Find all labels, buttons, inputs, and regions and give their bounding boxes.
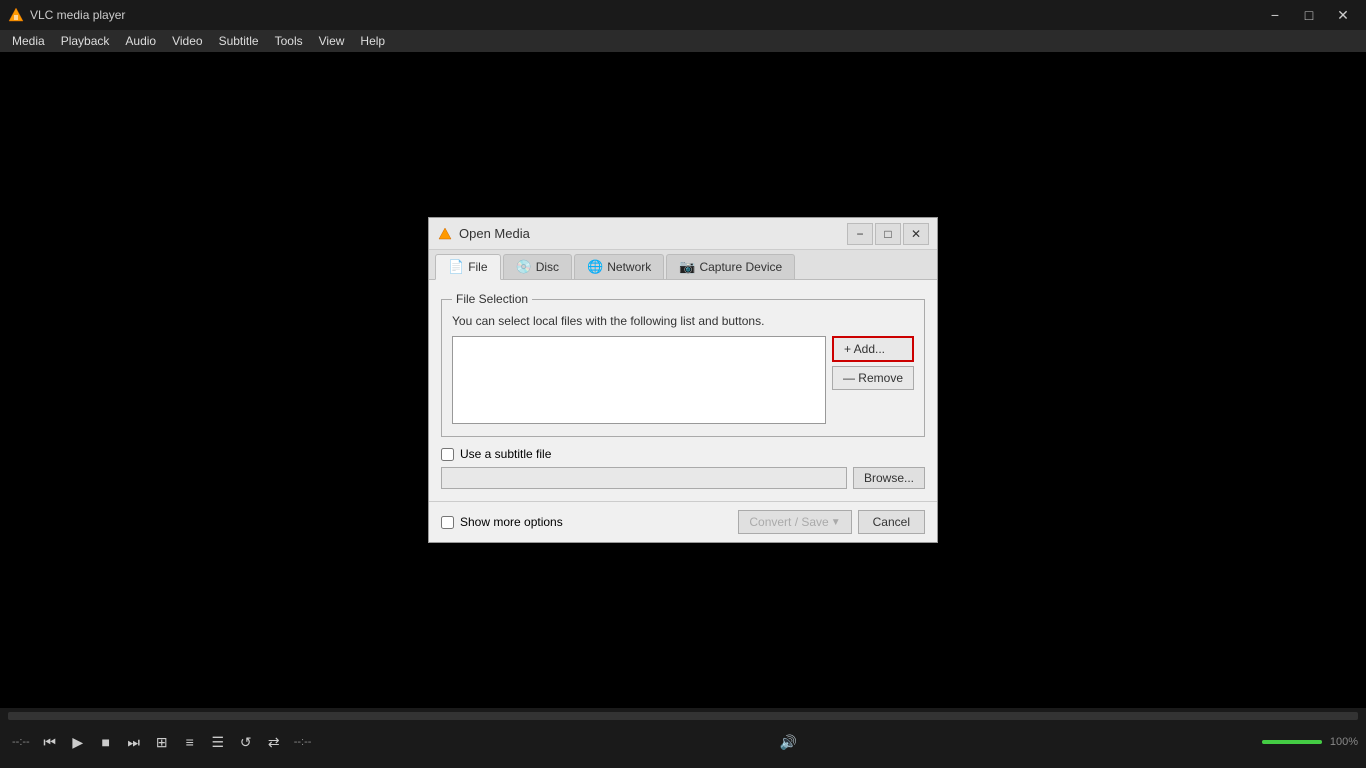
play-button[interactable]: ▶ xyxy=(66,730,90,754)
subtitle-checkbox[interactable] xyxy=(441,448,454,461)
file-selection-legend: File Selection xyxy=(452,292,532,306)
eq-button[interactable]: ≡ xyxy=(178,730,202,754)
cancel-label: Cancel xyxy=(873,515,910,529)
tab-capture[interactable]: 📷 Capture Device xyxy=(666,254,795,279)
browse-button-label: Browse... xyxy=(864,471,914,485)
dialog-content: File Selection You can select local file… xyxy=(429,280,937,501)
menu-view[interactable]: View xyxy=(311,30,353,52)
subtitle-file-row: Browse... xyxy=(441,467,925,489)
skip-back-button[interactable]: ⏮ xyxy=(38,730,62,754)
disc-tab-icon: 💿 xyxy=(516,259,532,275)
menu-subtitle[interactable]: Subtitle xyxy=(211,30,267,52)
browse-button[interactable]: Browse... xyxy=(853,467,925,489)
dialog-title-bar: Open Media − □ ✕ xyxy=(429,218,937,250)
convert-save-arrow: ▼ xyxy=(831,517,841,528)
tab-file[interactable]: 📄 File xyxy=(435,254,501,280)
maximize-button[interactable]: □ xyxy=(1294,0,1324,30)
add-button-label: + Add... xyxy=(844,342,885,356)
controls-row: --:-- ⏮ ▶ ■ ⏭ ⊞ ≡ ☰ ↺ ⇄ --:-- 🔊 100% xyxy=(0,722,1366,762)
remove-button-label: — Remove xyxy=(843,371,903,385)
menu-video[interactable]: Video xyxy=(164,30,210,52)
open-media-dialog: Open Media − □ ✕ 📄 File 💿 Disc 🌐 Network xyxy=(428,217,938,543)
loop-button[interactable]: ↺ xyxy=(234,730,258,754)
convert-save-button[interactable]: Convert / Save ▼ xyxy=(738,510,851,534)
show-more-checkbox[interactable] xyxy=(441,516,454,529)
random-button[interactable]: ⇄ xyxy=(262,730,286,754)
time-right: --:-- xyxy=(294,736,312,748)
cancel-button[interactable]: Cancel xyxy=(858,510,925,534)
subtitle-checkbox-row: Use a subtitle file xyxy=(441,447,925,461)
volume-label: 100% xyxy=(1330,736,1358,748)
subtitle-file-input[interactable] xyxy=(441,467,847,489)
volume-fill xyxy=(1262,740,1322,744)
volume-bar[interactable] xyxy=(1262,740,1322,744)
dialog-maximize-btn[interactable]: □ xyxy=(875,223,901,245)
network-tab-icon: 🌐 xyxy=(587,259,603,275)
dialog-tabs: 📄 File 💿 Disc 🌐 Network 📷 Capture Device xyxy=(429,250,937,280)
menu-bar: Media Playback Audio Video Subtitle Tool… xyxy=(0,30,1366,52)
bottom-bar: --:-- ⏮ ▶ ■ ⏭ ⊞ ≡ ☰ ↺ ⇄ --:-- 🔊 100% xyxy=(0,708,1366,768)
dialog-minimize-btn[interactable]: − xyxy=(847,223,873,245)
volume-icon[interactable]: 🔊 xyxy=(777,730,801,754)
file-selection-description: You can select local files with the foll… xyxy=(452,314,914,328)
menu-tools[interactable]: Tools xyxy=(267,30,311,52)
disc-tab-label: Disc xyxy=(536,260,559,274)
subtitle-section: Use a subtitle file Browse... xyxy=(441,447,925,489)
file-list-box[interactable] xyxy=(452,336,826,424)
show-more-row: Show more options xyxy=(441,515,730,529)
menu-playback[interactable]: Playback xyxy=(53,30,118,52)
seek-bar[interactable] xyxy=(8,712,1358,720)
dialog-footer: Show more options Convert / Save ▼ Cance… xyxy=(429,501,937,542)
file-tab-icon: 📄 xyxy=(448,259,464,275)
stop-button[interactable]: ■ xyxy=(94,730,118,754)
app-icon xyxy=(8,7,24,23)
frame-button[interactable]: ⊞ xyxy=(150,730,174,754)
footer-buttons: Convert / Save ▼ Cancel xyxy=(738,510,925,534)
playlist-button[interactable]: ☰ xyxy=(206,730,230,754)
capture-tab-label: Capture Device xyxy=(699,260,782,274)
dialog-controls: − □ ✕ xyxy=(847,223,929,245)
skip-forward-button[interactable]: ⏭ xyxy=(122,730,146,754)
add-button[interactable]: + Add... xyxy=(832,336,914,362)
dialog-close-btn[interactable]: ✕ xyxy=(903,223,929,245)
network-tab-label: Network xyxy=(607,260,651,274)
close-button[interactable]: ✕ xyxy=(1328,0,1358,30)
title-bar-controls: − □ ✕ xyxy=(1260,0,1358,30)
menu-audio[interactable]: Audio xyxy=(117,30,164,52)
file-tab-label: File xyxy=(468,260,487,274)
dialog-icon xyxy=(437,226,453,242)
dialog-title: Open Media xyxy=(459,226,847,241)
convert-save-label: Convert / Save xyxy=(749,515,828,529)
file-selection-fieldset: File Selection You can select local file… xyxy=(441,292,925,437)
title-bar: VLC media player − □ ✕ xyxy=(0,0,1366,30)
menu-help[interactable]: Help xyxy=(352,30,393,52)
menu-media[interactable]: Media xyxy=(4,30,53,52)
dialog-overlay: Open Media − □ ✕ 📄 File 💿 Disc 🌐 Network xyxy=(0,52,1366,708)
time-left: --:-- xyxy=(12,736,30,748)
file-list-buttons: + Add... — Remove xyxy=(832,336,914,390)
remove-button[interactable]: — Remove xyxy=(832,366,914,390)
subtitle-checkbox-label[interactable]: Use a subtitle file xyxy=(460,447,551,461)
tab-network[interactable]: 🌐 Network xyxy=(574,254,664,279)
file-list-row: + Add... — Remove xyxy=(452,336,914,424)
minimize-button[interactable]: − xyxy=(1260,0,1290,30)
tab-disc[interactable]: 💿 Disc xyxy=(503,254,573,279)
show-more-label[interactable]: Show more options xyxy=(460,515,563,529)
app-title: VLC media player xyxy=(30,8,1260,22)
capture-tab-icon: 📷 xyxy=(679,259,695,275)
